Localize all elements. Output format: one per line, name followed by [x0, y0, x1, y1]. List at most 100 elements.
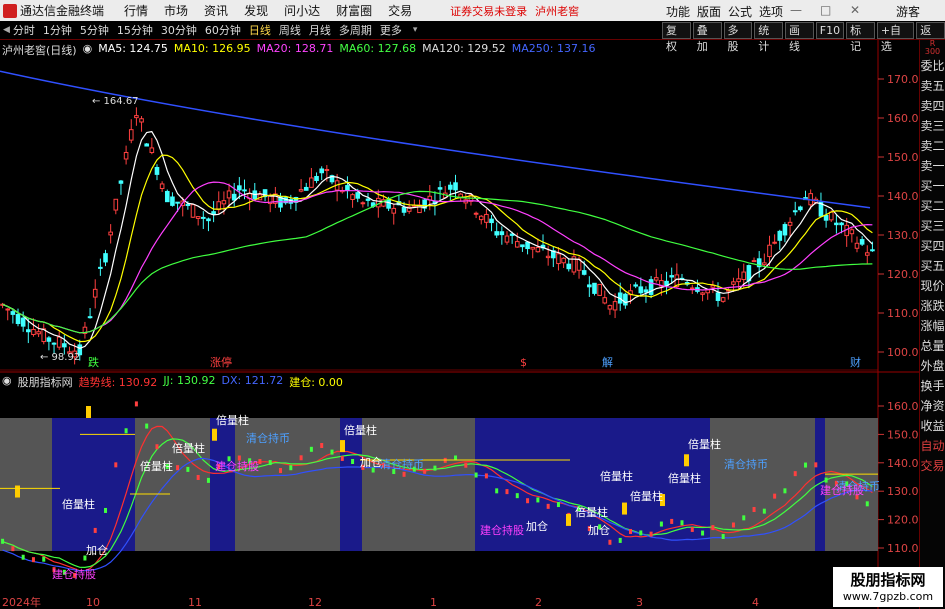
- sidebar-item-20[interactable]: 交易: [920, 456, 945, 476]
- y-tick-label: 100.00: [887, 346, 919, 359]
- period-1min[interactable]: 1分钟: [43, 22, 72, 38]
- candle-body: [134, 115, 139, 119]
- tool-multi[interactable]: 多股: [723, 22, 753, 53]
- menu-ask[interactable]: 问小达: [284, 2, 320, 19]
- sidebar-item-12[interactable]: 涨跌: [920, 296, 945, 316]
- sub-candle: [340, 455, 344, 461]
- candle-body: [864, 252, 870, 256]
- high-price-label: ← 164.67: [92, 96, 139, 107]
- event-marker: 财: [850, 355, 861, 369]
- candle-body: [798, 206, 803, 211]
- trade-login-warning[interactable]: 证券交易未登录: [450, 3, 527, 19]
- sidebar-item-18[interactable]: 收益: [920, 416, 945, 436]
- tool-back[interactable]: 返回: [916, 22, 945, 53]
- maximize-icon[interactable]: □: [820, 3, 831, 17]
- sidebar-item-17[interactable]: 净资: [920, 396, 945, 416]
- candle-body: [314, 175, 319, 182]
- candle-body: [823, 214, 829, 221]
- candle-body: [602, 297, 608, 304]
- menu-wealth[interactable]: 财富圈: [336, 2, 372, 19]
- tool-stats[interactable]: 统计: [754, 22, 783, 53]
- sub-candle: [546, 503, 550, 509]
- candle-body: [777, 230, 783, 241]
- period-tick[interactable]: 分时: [13, 22, 35, 38]
- ma60-label: MA60: 127.68: [339, 42, 417, 55]
- candle-body: [592, 282, 597, 294]
- indicator-annotation: 倍量柱: [668, 471, 701, 485]
- tool-f10[interactable]: F10: [815, 22, 845, 39]
- indicator-annotation: 倍量柱: [216, 413, 249, 427]
- menu-news[interactable]: 资讯: [204, 2, 228, 19]
- x-axis-label: 2: [535, 596, 542, 609]
- indicator-annotation: 加仓: [588, 523, 610, 537]
- sidebar-item-19[interactable]: 自动: [920, 436, 945, 456]
- menu-discover[interactable]: 发现: [244, 2, 268, 19]
- candle-body: [401, 207, 407, 213]
- sub-candle: [814, 462, 818, 468]
- sidebar-item-15[interactable]: 外盘: [920, 356, 945, 376]
- sidebar-item-2[interactable]: 卖四: [920, 96, 945, 116]
- menu-options[interactable]: 选项: [759, 3, 783, 20]
- volume-bar: [340, 440, 345, 453]
- period-daily[interactable]: 日线: [249, 22, 271, 38]
- more-arrow-icon[interactable]: ▾: [413, 25, 418, 35]
- period-monthly[interactable]: 月线: [309, 22, 331, 38]
- candle-body: [561, 257, 566, 264]
- minimize-icon[interactable]: —: [790, 3, 802, 17]
- chart-area[interactable]: 170.00 160.00 150.00 140.00 130.00 120.00 110.…: [0, 40, 919, 609]
- candle-body: [87, 316, 93, 319]
- sidebar-item-4[interactable]: 卖二: [920, 136, 945, 156]
- candle-body: [175, 201, 180, 204]
- sidebar-item-16[interactable]: 换手: [920, 376, 945, 396]
- period-5min[interactable]: 5分钟: [80, 22, 109, 38]
- sidebar-item-10[interactable]: 买五: [920, 256, 945, 276]
- sidebar-item-14[interactable]: 总量: [920, 336, 945, 356]
- indicator-band: [52, 418, 135, 551]
- tool-watchlist[interactable]: +自选: [876, 22, 915, 53]
- sub-candle: [309, 446, 313, 452]
- candle-body: [391, 207, 397, 214]
- period-60min[interactable]: 60分钟: [205, 22, 241, 38]
- tool-adjust[interactable]: 复权: [662, 22, 691, 53]
- sidebar-item-7[interactable]: 买二: [920, 196, 945, 216]
- period-15min[interactable]: 15分钟: [117, 22, 153, 38]
- sidebar-item-13[interactable]: 涨幅: [920, 316, 945, 336]
- period-more[interactable]: 更多: [380, 22, 402, 38]
- sidebar-item-3[interactable]: 卖三: [920, 116, 945, 136]
- sidebar-item-1[interactable]: 卖五: [920, 76, 945, 96]
- menu-trade[interactable]: 交易: [388, 2, 412, 19]
- menu-layout[interactable]: 版面: [697, 3, 721, 20]
- collapse-arrow-icon[interactable]: ◀: [3, 25, 10, 35]
- sidebar-item-9[interactable]: 买四: [920, 236, 945, 256]
- tool-draw[interactable]: 画线: [785, 22, 814, 53]
- candle-body: [144, 143, 149, 147]
- tool-mark[interactable]: 标记: [846, 22, 875, 53]
- chart-tools: 复权 叠加 多股 统计 画线 F10 标记 +自选 返回: [660, 21, 945, 53]
- indicator-band: [710, 418, 815, 551]
- candle-body: [715, 292, 721, 301]
- sub-candle: [196, 474, 200, 480]
- settings-icon[interactable]: ◉: [83, 42, 93, 58]
- period-30min[interactable]: 30分钟: [161, 22, 197, 38]
- menu-market[interactable]: 市场: [164, 2, 188, 19]
- period-multi[interactable]: 多周期: [339, 22, 372, 38]
- candle-body: [164, 190, 170, 203]
- tool-overlay[interactable]: 叠加: [692, 22, 722, 53]
- sidebar-item-8[interactable]: 买三: [920, 216, 945, 236]
- indicator-settings-icon[interactable]: ◉: [2, 374, 12, 390]
- candle-body: [190, 204, 196, 218]
- sidebar-item-0[interactable]: 委比: [920, 56, 945, 76]
- menu-function[interactable]: 功能: [666, 3, 690, 20]
- candle-body: [504, 235, 510, 243]
- menu-quotes[interactable]: 行情: [124, 2, 148, 19]
- sub-candle: [11, 546, 15, 552]
- sidebar-item-11[interactable]: 现价: [920, 276, 945, 296]
- app-title: 通达信金融终端: [20, 4, 105, 18]
- sidebar-item-6[interactable]: 买一: [920, 176, 945, 196]
- event-marker: 解: [602, 355, 613, 369]
- close-icon[interactable]: ✕: [850, 3, 860, 17]
- user-guest[interactable]: 游客: [896, 3, 920, 20]
- sidebar-item-5[interactable]: 卖一: [920, 156, 945, 176]
- menu-formula[interactable]: 公式: [728, 3, 752, 20]
- period-weekly[interactable]: 周线: [279, 22, 301, 38]
